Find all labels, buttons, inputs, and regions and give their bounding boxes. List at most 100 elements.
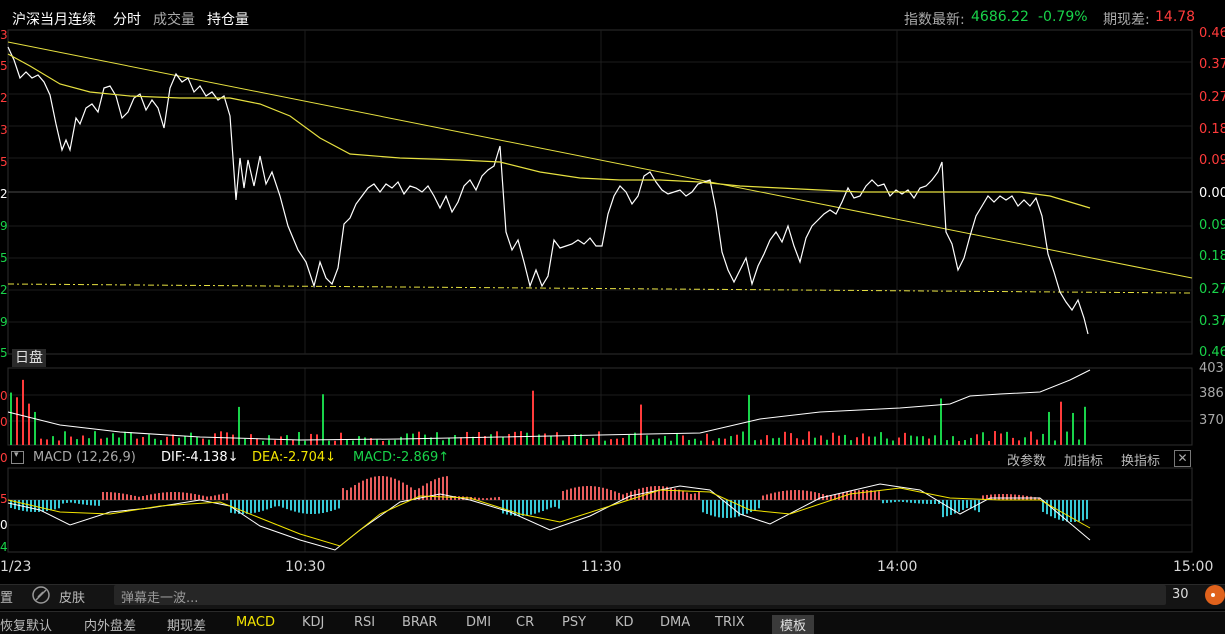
macd-bar [690, 493, 692, 500]
tab-macd[interactable]: MACD [236, 615, 275, 630]
macd-bar [226, 493, 228, 500]
time-axis-label: 1/23 [0, 559, 32, 575]
macd-bar [1070, 500, 1072, 522]
edit-params-button[interactable]: 改参数 [1007, 450, 1046, 469]
macd-bar [526, 500, 528, 516]
volume-bar [328, 440, 330, 445]
tab-kd[interactable]: KD [615, 615, 634, 630]
macd-bar [302, 500, 304, 514]
macd-bar [830, 495, 832, 500]
macd-bar [78, 500, 80, 504]
volume-bar [604, 440, 606, 445]
macd-indicator-name[interactable]: MACD (12,26,9) [33, 450, 136, 465]
left-price-label: 2 [0, 187, 8, 201]
macd-bar [482, 498, 484, 500]
tab-cr[interactable]: CR [516, 615, 534, 630]
volume-bar [742, 431, 744, 445]
tab-brar[interactable]: BRAR [402, 615, 437, 630]
volume-bar [862, 433, 864, 445]
volume-bar [592, 437, 594, 445]
volume-bar [628, 435, 630, 445]
volume-bar [700, 440, 702, 445]
macd-bar [62, 500, 64, 504]
macd-bar [114, 492, 116, 500]
danmaku-input[interactable]: 弹幕走一波... [114, 585, 1166, 606]
left-price-label: 5 [0, 251, 8, 265]
volume-bar [160, 440, 162, 445]
tab-inner-outer-diff[interactable]: 内外盘差 [84, 615, 136, 634]
macd-bar [102, 492, 104, 500]
volume-bar [718, 438, 720, 445]
volume-bar [118, 437, 120, 445]
macd-bar [574, 487, 576, 500]
volume-bar [64, 431, 66, 445]
volume-bar [772, 438, 774, 445]
macd-bar [122, 493, 124, 500]
time-axis-label: 11:30 [581, 559, 622, 575]
tab-psy[interactable]: PSY [562, 615, 586, 630]
tab-dma[interactable]: DMA [660, 615, 690, 630]
tab-basis[interactable]: 期现差 [167, 615, 206, 634]
skin-icon[interactable] [31, 585, 51, 605]
volume-bar [136, 438, 138, 445]
volume-bar [1066, 431, 1068, 445]
close-icon[interactable]: ✕ [1174, 450, 1191, 467]
macd-bar [590, 486, 592, 500]
macd-bar [1002, 494, 1004, 500]
macd-bar [90, 500, 92, 506]
volume-bar [274, 440, 276, 445]
macd-bar [386, 476, 388, 500]
price-axis-label: 0.18 [1199, 249, 1225, 264]
volume-bar [1054, 440, 1056, 445]
macd-bar [106, 492, 108, 500]
tab-dmi[interactable]: DMI [466, 615, 491, 630]
tab-trix[interactable]: TRIX [715, 615, 745, 630]
volume-bar [910, 435, 912, 445]
tab-restore-default[interactable]: 恢复默认 [0, 615, 52, 634]
macd-bar [138, 496, 140, 500]
volume-bar [550, 435, 552, 445]
volume-bar [1012, 437, 1014, 445]
volume-bar [1000, 433, 1002, 445]
volume-bar [124, 431, 126, 445]
danmaku-send-icon[interactable] [1205, 585, 1225, 605]
macd-bar [886, 500, 888, 503]
macd-bar [722, 500, 724, 518]
macd-bar [130, 495, 132, 500]
macd-bar [846, 491, 848, 500]
skin-button[interactable]: 皮肤 [59, 587, 85, 606]
volume-bar [982, 432, 984, 445]
left-macd-label: 0 [0, 451, 8, 465]
macd-bar [1078, 500, 1080, 522]
volume-bar [232, 434, 234, 445]
macd-bar [1066, 500, 1068, 522]
volume-bar [598, 431, 600, 445]
volume-bar [1060, 401, 1062, 445]
switch-indicator-button[interactable]: 换指标 [1121, 450, 1160, 469]
macd-bar [578, 486, 580, 500]
macd-bar [806, 490, 808, 500]
volume-bar [568, 436, 570, 445]
volume-bar [802, 439, 804, 445]
tab-rsi[interactable]: RSI [354, 615, 375, 630]
macd-bar [798, 490, 800, 500]
macd-bar [306, 500, 308, 514]
macd-bar [878, 491, 880, 500]
volume-bar [640, 404, 642, 445]
volume-bar [40, 438, 42, 445]
macd-bar [746, 500, 748, 514]
macd-bar [350, 487, 352, 500]
volume-bar [490, 434, 492, 445]
macd-dropdown-box[interactable]: ▾ [11, 450, 24, 464]
macd-bar [142, 495, 144, 500]
macd-bar [926, 500, 928, 504]
chart-grid [7, 29, 1193, 553]
price-axis-label: 0.37 [1199, 314, 1225, 329]
tab-template[interactable]: 模板 [772, 615, 815, 634]
volume-bar [1042, 433, 1044, 445]
macd-bar [378, 476, 380, 500]
add-indicator-button[interactable]: 加指标 [1064, 450, 1103, 469]
tab-kdj[interactable]: KDJ [302, 615, 324, 630]
intraday-chart [7, 29, 1193, 553]
toolbar-left-label[interactable]: 置 [0, 587, 13, 606]
